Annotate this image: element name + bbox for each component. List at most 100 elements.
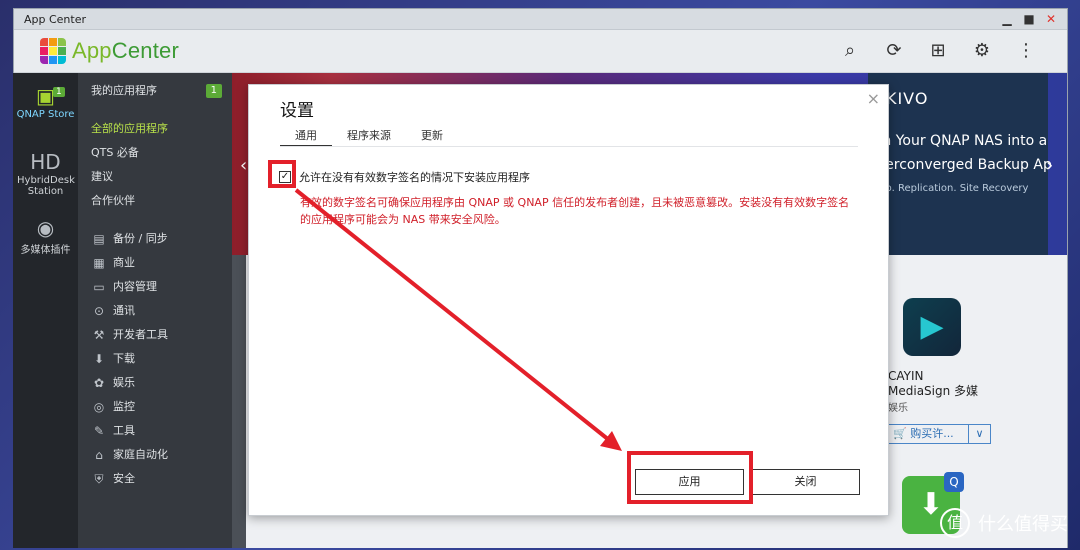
logo-text: AppCenter <box>72 38 179 63</box>
menu-item-backup[interactable]: ▤ 备份 / 同步 <box>78 227 232 251</box>
menu-item-label: 内容管理 <box>113 280 157 293</box>
menu-item-suggest[interactable]: 建议 <box>78 165 232 189</box>
menu-item-communication[interactable]: ⊙ 通讯 <box>78 299 232 323</box>
tabs-divider <box>280 146 858 147</box>
buy-label: 🛒 购买许... <box>893 427 954 440</box>
menu-item-label: 建议 <box>91 170 113 183</box>
rail-item-qnap-store[interactable]: ▣ 1 QNAP Store <box>13 73 78 139</box>
close-icon[interactable]: ✕ <box>1043 11 1059 27</box>
business-icon: ▦ <box>93 256 105 270</box>
cayin-app-icon: ▶ <box>903 298 961 356</box>
menu-item-label: 工具 <box>113 424 135 437</box>
rail-item-multimedia[interactable]: ◉ 多媒体插件 <box>13 205 78 271</box>
gear-icon[interactable]: ⚙ <box>969 39 995 63</box>
menu-item-home-automation[interactable]: ⌂ 家庭自动化 <box>78 443 232 467</box>
home-icon: ⌂ <box>95 448 103 462</box>
watermark-text: 什么值得买 <box>978 514 1068 535</box>
menu-item-label: 商业 <box>113 256 135 269</box>
banner-next-icon[interactable]: › <box>1046 155 1053 176</box>
nakivo-banner[interactable]: AKIVO urn Your QNAP NAS into a yperconve… <box>868 73 1052 255</box>
rail-item-label: HybridDesk Station <box>17 175 75 197</box>
menu-item-label: 监控 <box>113 400 135 413</box>
menu-item-all-apps[interactable]: 全部的应用程序 <box>78 117 232 141</box>
menu-item-label: 安全 <box>113 472 135 485</box>
banner-line-2: yperconverged Backup Ap <box>868 157 1052 173</box>
chevron-down-icon[interactable]: ∨ <box>968 425 990 443</box>
app-center-logo: AppCenter <box>40 38 179 64</box>
menu-item-security[interactable]: ⛨ 安全 <box>78 467 232 491</box>
rail-item-hybriddesk[interactable]: HD HybridDesk Station <box>13 139 78 205</box>
menu-item-content[interactable]: ▭ 内容管理 <box>78 275 232 299</box>
allow-unsigned-row: ✓ 允许在没有有效数字签名的情况下安装应用程序 <box>279 169 530 185</box>
watermark-logo-icon: 值 <box>940 508 970 538</box>
banner-line-1: urn Your QNAP NAS into a <box>868 133 1048 149</box>
menu-item-label: 娱乐 <box>113 376 135 389</box>
store-badge: 1 <box>53 87 65 97</box>
app-header: AppCenter ⌕ ⟳ ⊞ ⚙ ⋮ <box>14 30 1067 73</box>
menu-item-download[interactable]: ⬇ 下载 <box>78 347 232 371</box>
multimedia-icon: ◉ <box>36 216 55 240</box>
left-rail: ▣ 1 QNAP Store HD HybridDesk Station ◉ 多… <box>13 73 78 548</box>
hammer-icon: ⚒ <box>93 328 105 342</box>
menu-item-developer[interactable]: ⚒ 开发者工具 <box>78 323 232 347</box>
menu-item-label: 我的应用程序 <box>91 84 157 97</box>
allow-unsigned-label[interactable]: 允许在没有有效数字签名的情况下安装应用程序 <box>299 169 530 185</box>
communication-icon: ⊙ <box>93 304 105 318</box>
menu-item-label: 备份 / 同步 <box>113 232 168 245</box>
header-toolbar: ⌕ ⟳ ⊞ ⚙ ⋮ <box>837 39 1039 63</box>
menu-item-surveillance[interactable]: ◎ 监控 <box>78 395 232 419</box>
my-apps-badge: 1 <box>205 84 222 98</box>
rail-item-label: QNAP Store <box>16 109 75 120</box>
menu-item-tools[interactable]: ✎ 工具 <box>78 419 232 443</box>
content-strip <box>232 255 246 548</box>
minimize-icon[interactable]: ▁ <box>999 11 1015 27</box>
menu-item-label: 开发者工具 <box>113 328 168 341</box>
refresh-icon[interactable]: ⟳ <box>881 39 907 63</box>
menu-item-entertainment[interactable]: ✿ 娱乐 <box>78 371 232 395</box>
content-icon: ▭ <box>93 280 105 294</box>
window-controls: ▁ ■ ✕ <box>999 11 1059 27</box>
menu-item-label: QTS 必备 <box>91 146 139 159</box>
watermark: 值 什么值得买 <box>940 508 1068 538</box>
menu-item-label: 合作伙伴 <box>91 194 135 207</box>
side-menu: 我的应用程序 1 全部的应用程序 QTS 必备 建议 合作伙伴 ▤ 备份 / 同步… <box>78 73 232 548</box>
more-icon[interactable]: ⋮ <box>1013 39 1039 63</box>
rail-item-label: 多媒体插件 <box>20 245 71 256</box>
search-icon[interactable]: ⌕ <box>837 39 863 63</box>
logo-grid-icon <box>40 38 66 64</box>
banner-prev-icon[interactable]: ‹ <box>240 155 247 176</box>
tab-update[interactable]: 更新 <box>406 127 458 147</box>
window-titlebar[interactable]: App Center ▁ ■ ✕ <box>14 9 1067 30</box>
annotation-box-apply <box>627 451 753 504</box>
store-icon: ▣ <box>36 84 55 108</box>
menu-item-label: 通讯 <box>113 304 135 317</box>
close-button[interactable]: 关闭 <box>751 469 860 495</box>
security-warning-text: 有效的数字签名可确保应用程序由 QNAP 或 QNAP 信任的发布者创建，且未被… <box>300 196 850 226</box>
dialog-title: 设置 <box>280 101 314 121</box>
add-app-icon[interactable]: ⊞ <box>925 39 951 63</box>
window-title: App Center <box>24 12 87 26</box>
close-icon[interactable]: × <box>867 89 880 108</box>
maximize-icon[interactable]: ■ <box>1021 11 1037 27</box>
hd-station-icon: HD <box>30 150 61 174</box>
app-name: CAYIN MediaSign 多媒 <box>888 369 979 398</box>
wrench-icon: ✎ <box>93 424 105 438</box>
menu-item-my-apps[interactable]: 我的应用程序 1 <box>78 79 232 103</box>
menu-item-qts[interactable]: QTS 必备 <box>78 141 232 165</box>
camera-icon: ◎ <box>93 400 105 414</box>
buy-license-button[interactable]: 🛒 购买许... ∨ <box>888 424 991 444</box>
download-icon: ⬇ <box>93 352 105 366</box>
settings-dialog: × 设置 通用 程序来源 更新 ✓ 允许在没有有效数字签名的情况下安装应用程序 … <box>248 84 889 516</box>
banner-line-3: ckup. Replication. Site Recovery <box>868 183 1029 194</box>
menu-item-label: 下载 <box>113 352 135 365</box>
app-card-cayin[interactable]: ▶ CAYIN MediaSign 多媒 娱乐 🛒 购买许... ∨ <box>888 298 1048 444</box>
menu-item-business[interactable]: ▦ 商业 <box>78 251 232 275</box>
tab-general[interactable]: 通用 <box>280 127 332 147</box>
shield-icon: ⛨ <box>94 472 104 486</box>
menu-item-partners[interactable]: 合作伙伴 <box>78 189 232 213</box>
app-category: 娱乐 <box>888 403 908 414</box>
tab-app-sources[interactable]: 程序来源 <box>332 127 406 147</box>
menu-item-label: 全部的应用程序 <box>91 122 168 135</box>
qnap-badge-icon: Q <box>944 472 964 492</box>
backup-icon: ▤ <box>93 232 105 246</box>
